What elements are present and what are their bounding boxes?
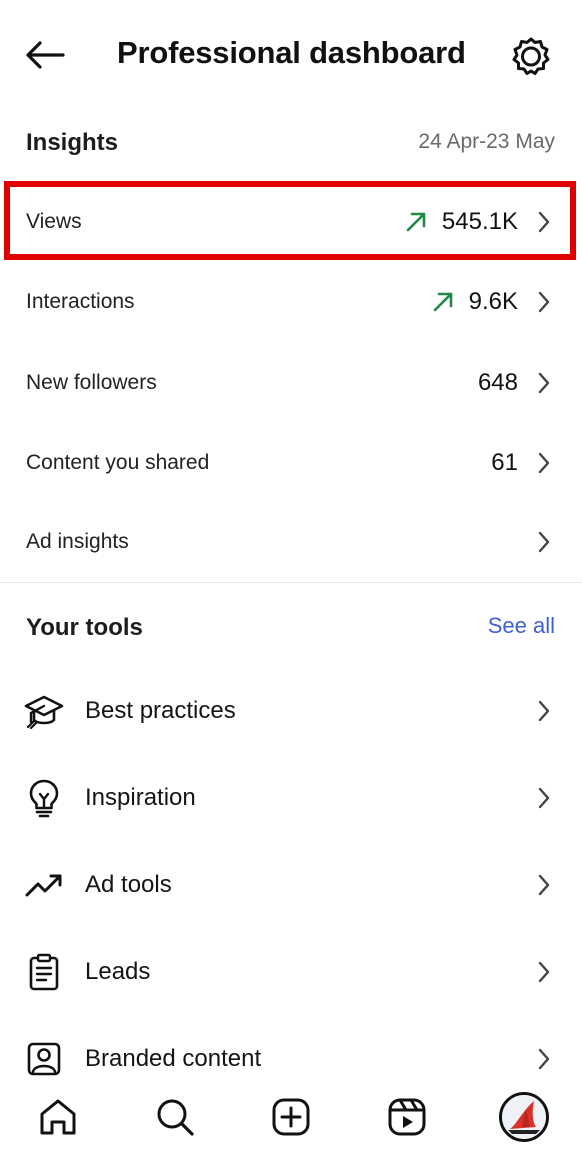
- section-divider: [0, 582, 582, 583]
- nav-search-button[interactable]: [148, 1090, 202, 1144]
- nav-create-button[interactable]: [264, 1090, 318, 1144]
- date-range[interactable]: 24 Apr-23 May: [418, 130, 555, 154]
- tool-label: Ad tools: [85, 871, 172, 898]
- arrow-left-icon: [26, 41, 65, 69]
- create-icon: [272, 1098, 310, 1136]
- trend-up-icon: [404, 210, 428, 234]
- chevron-right-icon: [536, 451, 552, 475]
- tool-row-leads[interactable]: Leads: [0, 932, 582, 1012]
- chevron-right-icon: [536, 290, 552, 314]
- metric-label: Ad insights: [26, 530, 129, 553]
- see-all-link[interactable]: See all: [488, 613, 555, 639]
- nav-profile-button[interactable]: [497, 1090, 551, 1144]
- tool-row-best-practices[interactable]: Best practices: [0, 671, 582, 751]
- chevron-right-icon: [536, 371, 552, 395]
- chevron-right-icon: [536, 786, 552, 810]
- metric-row-interactions[interactable]: Interactions 9.6K: [0, 262, 582, 342]
- tool-label: Best practices: [85, 697, 236, 724]
- chevron-right-icon: [536, 699, 552, 723]
- metric-value: 648: [477, 369, 518, 396]
- gear-icon: [512, 37, 550, 75]
- trend-up-icon: [431, 290, 455, 314]
- chevron-right-icon: [536, 530, 552, 554]
- page-title: Professional dashboard: [117, 35, 466, 70]
- metric-value: 61: [491, 449, 518, 476]
- back-button[interactable]: [22, 34, 68, 76]
- tools-heading: Your tools: [26, 614, 143, 641]
- metric-row-views[interactable]: Views 545.1K: [0, 182, 582, 262]
- insights-heading: Insights: [26, 129, 119, 156]
- tool-row-inspiration[interactable]: Inspiration: [0, 758, 582, 838]
- top-bar: Professional dashboard: [0, 0, 582, 110]
- metric-row-content-shared[interactable]: Content you shared 61: [0, 423, 582, 503]
- graduation-cap-icon: [24, 691, 64, 731]
- profile-avatar: [499, 1092, 549, 1142]
- tool-row-ad-tools[interactable]: Ad tools: [0, 845, 582, 925]
- home-icon: [40, 1099, 76, 1135]
- metric-label: Content you shared: [26, 451, 210, 474]
- chevron-right-icon: [536, 960, 552, 984]
- chevron-right-icon: [536, 210, 552, 234]
- search-icon: [157, 1099, 194, 1136]
- tool-label: Leads: [85, 958, 151, 985]
- chevron-right-icon: [536, 1047, 552, 1071]
- tool-label: Inspiration: [85, 784, 196, 811]
- clipboard-icon: [24, 952, 64, 992]
- metric-label: New followers: [26, 371, 157, 394]
- metric-value: 9.6K: [468, 288, 518, 315]
- nav-home-button[interactable]: [31, 1090, 85, 1144]
- tool-label: Branded content: [85, 1045, 262, 1072]
- metric-row-new-followers[interactable]: New followers 648: [0, 343, 582, 423]
- metric-label: Interactions: [26, 290, 135, 313]
- metric-row-ad-insights[interactable]: Ad insights: [0, 502, 582, 582]
- metric-value: 545.1K: [441, 208, 518, 235]
- lightbulb-icon: [24, 778, 64, 818]
- settings-button[interactable]: [508, 33, 554, 79]
- trend-line-icon: [24, 865, 64, 905]
- branded-content-icon: [24, 1039, 64, 1079]
- reels-icon: [388, 1098, 426, 1136]
- professional-dashboard-screen: Professional dashboard Insights 24 Apr-2…: [0, 0, 582, 1159]
- nav-reels-button[interactable]: [380, 1090, 434, 1144]
- chevron-right-icon: [536, 873, 552, 897]
- bottom-navigation: [0, 1076, 582, 1159]
- metric-label: Views: [26, 210, 82, 233]
